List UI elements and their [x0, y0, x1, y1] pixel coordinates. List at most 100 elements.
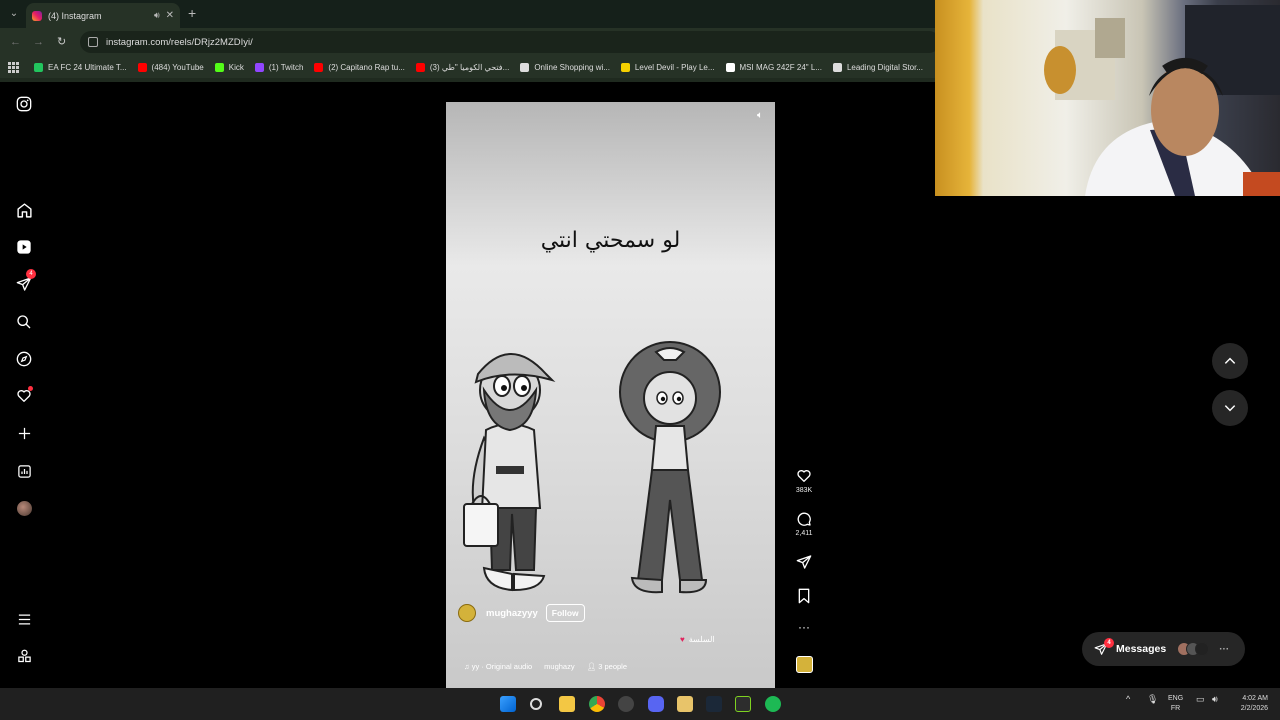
next-reel-button[interactable]	[1212, 390, 1248, 426]
comment-button[interactable]: 2,411	[788, 511, 820, 537]
volume-icon[interactable]: 🔊︎	[1212, 694, 1218, 704]
clock-time: 4:02 AM	[1242, 695, 1268, 702]
back-icon[interactable]: ←	[10, 35, 21, 49]
chevron-up-icon	[1224, 357, 1236, 364]
spotify-icon[interactable]	[765, 696, 781, 712]
follow-button[interactable]: Follow	[545, 604, 585, 622]
microphone-icon[interactable]: 🎙︎	[1147, 694, 1158, 704]
bookmark-item[interactable]: (1) Twitch	[254, 62, 303, 72]
music-note-icon: ♫	[464, 662, 472, 671]
bookmark-favicon-icon	[137, 62, 147, 72]
instagram-favicon-icon	[32, 10, 42, 21]
url-text: instagram.com/reels/DRjz2MZDIyi/	[106, 36, 253, 48]
bookmark-item[interactable]: MSI MAG 242F 24" L...	[725, 62, 822, 72]
bookmark-favicon-icon	[725, 62, 735, 72]
discord-icon[interactable]	[648, 696, 664, 712]
tab-search-button[interactable]: ⌄	[6, 6, 22, 22]
bookmark-label: (2) Capitano Rap tu...	[328, 62, 405, 72]
keyboard-layout: FR	[1170, 705, 1181, 712]
new-tab-button[interactable]: +	[188, 6, 196, 20]
direct-messages-icon[interactable]: 4	[14, 269, 36, 294]
previous-reel-button[interactable]	[1212, 343, 1248, 379]
notes-app-icon[interactable]	[677, 696, 693, 712]
like-button[interactable]: 383K	[788, 468, 820, 494]
tray-overflow-icon[interactable]: ^	[1126, 694, 1130, 704]
bookmark-label: Level Devil - Play Le...	[634, 62, 715, 72]
home-icon[interactable]	[14, 200, 34, 220]
author-avatar[interactable]	[458, 604, 476, 622]
steam-icon[interactable]	[706, 696, 722, 712]
author-username[interactable]: mughazyyy	[486, 608, 538, 619]
explore-icon[interactable]	[14, 349, 34, 369]
reels-icon[interactable]	[14, 237, 34, 257]
site-info-icon[interactable]	[88, 37, 98, 47]
game-launcher-icon[interactable]	[735, 696, 751, 712]
obs-icon[interactable]	[618, 696, 634, 712]
reload-icon[interactable]: ↻	[57, 35, 66, 49]
audio-user[interactable]: mughazy	[544, 662, 574, 671]
tab-instagram[interactable]: (4) Instagram 🔊︎ ✕	[26, 3, 180, 28]
create-icon[interactable]	[14, 423, 34, 443]
bookmark-label: (484) YouTube	[151, 62, 204, 72]
network-icon[interactable]: ▭	[1196, 694, 1205, 704]
audio-text: yy · Original audio	[471, 662, 533, 671]
language-code: ENG	[1168, 695, 1184, 702]
audio-link[interactable]: ♫ yy · Original audio	[464, 662, 532, 671]
bookmark-item[interactable]: Level Devil - Play Le...	[620, 62, 715, 72]
bookmark-favicon-icon	[254, 62, 264, 72]
messages-badge: 4	[1104, 638, 1114, 648]
more-menu-icon[interactable]	[14, 609, 34, 629]
dashboard-icon[interactable]	[14, 461, 34, 481]
bookmark-item[interactable]: Leading Digital Stor...	[832, 62, 923, 72]
webcam-person-image	[1044, 5, 1280, 196]
address-bar[interactable]: instagram.com/reels/DRjz2MZDIyi/	[80, 31, 940, 53]
reel-author[interactable]: mughazyyy Follow	[458, 604, 585, 622]
clock[interactable]: 4:02 AM 2/2/2026	[1232, 694, 1268, 714]
search-icon[interactable]	[14, 312, 34, 332]
reel-actions: 383K 2,411 ···	[788, 466, 820, 686]
reel-audio-row: ♫ yy · Original audio mughazy 👤︎ 3 peopl…	[464, 662, 627, 671]
search-icon[interactable]	[530, 698, 542, 710]
bookmark-label: Online Shopping wi...	[534, 62, 610, 72]
also-from-meta-icon[interactable]	[14, 646, 34, 666]
more-options-icon[interactable]: ···	[788, 621, 820, 633]
bookmark-item[interactable]: EA FC 24 Ultimate T...	[34, 62, 127, 72]
bookmark-item[interactable]: (3) فتحي الكوميا "طي...	[415, 62, 510, 72]
instagram-logo-icon[interactable]	[14, 94, 34, 114]
windows-taskbar: ^ 🎙︎ ENG FR ▭ 🔊︎ 4:02 AM 2/2/2026	[0, 688, 1280, 720]
cartoon-man-illustration	[463, 353, 556, 592]
notifications-heart-icon[interactable]	[14, 386, 34, 406]
bookmark-item[interactable]: Kick	[214, 62, 244, 72]
heart-icon	[797, 470, 811, 482]
share-button[interactable]	[788, 554, 820, 570]
profile-avatar[interactable]	[14, 498, 34, 518]
bookmark-favicon-icon	[520, 62, 530, 72]
bookmark-label: MSI MAG 242F 24" L...	[739, 62, 822, 72]
comment-icon	[797, 512, 811, 526]
chrome-icon[interactable]	[589, 696, 605, 712]
bookmark-item[interactable]: (2) Capitano Rap tu...	[314, 62, 405, 72]
bookmark-label: (3) فتحي الكوميا "طي...	[429, 62, 510, 72]
apps-grid-icon[interactable]	[8, 62, 19, 73]
file-explorer-icon[interactable]	[559, 696, 575, 712]
start-icon[interactable]	[500, 696, 516, 712]
bookmark-label: Kick	[228, 62, 244, 72]
bookmark-item[interactable]: Online Shopping wi...	[520, 62, 610, 72]
speaker-icon[interactable]: 🔊︎	[154, 10, 160, 21]
forward-icon[interactable]: →	[33, 35, 44, 49]
bookmark-label: Leading Digital Stor...	[846, 62, 923, 72]
language-indicator[interactable]: ENG FR	[1168, 694, 1183, 714]
messages-button[interactable]: 4 Messages ···	[1082, 632, 1245, 666]
notification-badge: 4	[26, 269, 36, 279]
close-tab-icon[interactable]: ✕	[166, 10, 174, 21]
bookmark-item[interactable]: (484) YouTube	[137, 62, 204, 72]
reel-tagline[interactable]: ♥ السلسة	[680, 635, 715, 644]
volume-icon[interactable]: 🔈︎	[753, 110, 767, 124]
people-tag[interactable]: 👤︎ 3 people	[587, 662, 627, 671]
bookmark-favicon-icon	[832, 62, 842, 72]
message-avatars	[1177, 642, 1210, 656]
save-button[interactable]	[788, 588, 820, 604]
audio-thumbnail[interactable]	[788, 656, 820, 673]
reel-video[interactable]: 🔈︎ لو سمحتي انتي mughazyyy Follow ♥ السل…	[446, 102, 775, 688]
heart-emoji-icon: ♥	[680, 635, 685, 644]
